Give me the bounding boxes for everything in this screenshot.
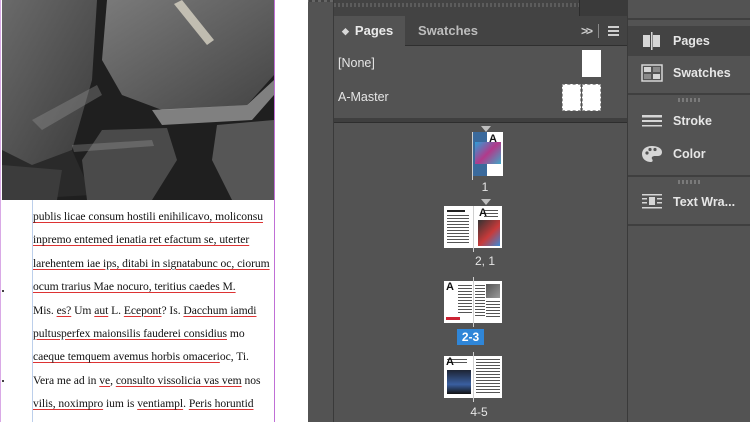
master-thumbnail-left	[562, 84, 581, 111]
master-label: [None]	[338, 56, 375, 70]
spellcheck-flagged-text: inpremo entemed ienatia ret efactum se, …	[33, 233, 250, 247]
dock-separator	[628, 175, 750, 177]
text-run: Vera me ad in	[33, 373, 100, 387]
master-prefix-label: A	[489, 133, 497, 145]
expand-chevron-icon[interactable]: ◆	[342, 16, 349, 46]
dock-grip[interactable]	[678, 98, 702, 102]
spellcheck-flagged-text: es?	[56, 303, 72, 317]
double-chevron-right-icon[interactable]: >>	[581, 16, 593, 46]
spellcheck-flagged-text: pultusperfex maionsilis fauderei considi…	[33, 326, 227, 340]
dock-item-swatches[interactable]: Swatches	[628, 58, 750, 88]
dock-item-pages[interactable]: Pages	[628, 26, 750, 56]
spellcheck-flagged-text: larehentem iae ips, ditabi in signatabun…	[33, 256, 270, 270]
pasteboard-marker	[2, 380, 4, 382]
pages-icon	[643, 32, 660, 50]
text-run: Um	[71, 303, 95, 317]
divider	[598, 24, 599, 38]
spellcheck-flagged-text: consulto vissolicia vas vem	[115, 373, 242, 387]
text-run: L.	[108, 303, 124, 317]
dock-label: Text Wra...	[673, 195, 736, 209]
text-wrap-icon	[642, 194, 662, 209]
body-text-line: ocum trarius Mae nocuro, teritius caedes…	[33, 275, 275, 298]
tab-pages[interactable]: ◆ Pages	[334, 16, 405, 46]
body-text-line: Mis. es? Um aut L. Ecepont? Is. Dacchum …	[33, 299, 275, 322]
stroke-icon	[642, 115, 662, 127]
body-text-line: publis licae consum hostili enihilicavo,…	[33, 205, 275, 228]
masters-pages-divider[interactable]	[334, 118, 627, 123]
page-spine	[473, 206, 474, 252]
text-run: nos	[241, 373, 261, 387]
panel-header-strip[interactable]	[334, 0, 627, 16]
dock-separator	[628, 224, 750, 226]
master-label: A-Master	[338, 90, 389, 104]
dock-separator	[628, 18, 750, 20]
spellcheck-flagged-text: Dacchum iamdi	[183, 303, 257, 317]
color-palette-icon	[642, 146, 662, 162]
body-text-line: larehentem iae ips, ditabi in signatabun…	[33, 252, 275, 275]
dock-separator	[628, 93, 750, 95]
dock-item-stroke[interactable]: Stroke	[628, 106, 750, 136]
spellcheck-flagged-text: vilis, noximpro	[33, 397, 104, 411]
body-text-line: caeque temquem avemus horbis omacerioc, …	[33, 345, 275, 368]
master-prefix-label: A	[446, 356, 454, 368]
master-item-a-master[interactable]: A-Master	[334, 80, 627, 114]
page-marker-icon	[481, 199, 491, 205]
pasteboard-marker	[2, 290, 4, 292]
dock-item-text-wrap[interactable]: Text Wra...	[628, 187, 750, 217]
body-text-line: inpremo entemed ienatia ret efactum se, …	[33, 228, 275, 251]
body-text-frame[interactable]: publis licae consum hostili enihilicavo,…	[33, 205, 275, 416]
dock-label: Swatches	[673, 66, 731, 80]
left-page-guide	[0, 0, 1, 422]
hamburger-menu-icon[interactable]	[608, 26, 619, 36]
document-canvas[interactable]: publis licae consum hostili enihilicavo,…	[0, 0, 333, 422]
panel-collapse-button[interactable]	[579, 0, 627, 16]
tab-swatches[interactable]: Swatches	[418, 16, 478, 46]
text-run: ium is	[103, 397, 138, 411]
page-spine	[472, 132, 473, 180]
body-text-line: pultusperfex maionsilis fauderei considi…	[33, 322, 275, 345]
pages-panel: ◆ Pages Swatches >> [None] A-Master A 1	[333, 0, 627, 422]
spellcheck-flagged-text: ve	[99, 373, 111, 387]
dock-label: Stroke	[673, 114, 712, 128]
page-number-label: 4-5	[470, 405, 488, 419]
master-thumbnail-right	[582, 84, 601, 111]
pages-list: A 1 A 2, 1 A 2-3 A 4-5	[334, 124, 627, 422]
swatches-icon	[641, 64, 663, 82]
spellcheck-flagged-text: aut	[94, 303, 109, 317]
spellcheck-flagged-text: publis licae consum hostili enihilicavo,…	[33, 210, 263, 223]
spellcheck-flagged-text: ventiampl	[137, 397, 184, 411]
spellcheck-flagged-text: ocum trarius Mae nocuro, teritius caedes…	[33, 280, 236, 294]
text-run: ? Is.	[161, 303, 184, 317]
page-thumbnail[interactable]	[473, 132, 503, 176]
dock-item-color[interactable]: Color	[628, 139, 750, 169]
text-run: mo	[227, 326, 245, 340]
master-thumbnail	[582, 50, 601, 77]
dock-label: Pages	[673, 34, 710, 48]
page-spine	[473, 277, 474, 327]
text-run: Mis.	[33, 303, 57, 317]
keyboard-photo	[2, 0, 274, 200]
page-spine	[473, 352, 474, 402]
dock-label: Color	[673, 147, 706, 161]
tab-swatches-label: Swatches	[418, 23, 478, 38]
master-prefix-label: A	[446, 281, 454, 293]
master-item-none[interactable]: [None]	[334, 46, 627, 80]
panel-tab-bar: ◆ Pages Swatches >>	[334, 16, 627, 46]
page-number-label-selected: 2-3	[457, 329, 484, 345]
page-number-label: 1	[481, 180, 489, 194]
spellcheck-flagged-text: Peris horuntid	[188, 397, 254, 411]
page-number-label: 2, 1	[474, 254, 495, 268]
keyboard-photo-frame[interactable]	[2, 0, 274, 200]
text-run: oc, Ti.	[219, 350, 249, 364]
master-prefix-label: A	[479, 207, 487, 219]
spellcheck-flagged-text: Ecepont	[123, 303, 162, 317]
spellcheck-flagged-text: caeque temquem avemus horbis omaceri	[33, 350, 220, 364]
dock-grip[interactable]	[678, 180, 702, 184]
body-text-line: vilis, noximpro ium is ventiampl. Peris …	[33, 392, 275, 415]
panel-dock: Pages Swatches Stroke Color Text Wra...	[627, 0, 750, 422]
tab-pages-label: Pages	[354, 23, 394, 38]
panel-grip[interactable]	[334, 3, 579, 7]
indesign-window: publis licae consum hostili enihilicavo,…	[0, 0, 750, 422]
body-text-line: Vera me ad in ve, consulto vissolicia va…	[33, 369, 275, 392]
